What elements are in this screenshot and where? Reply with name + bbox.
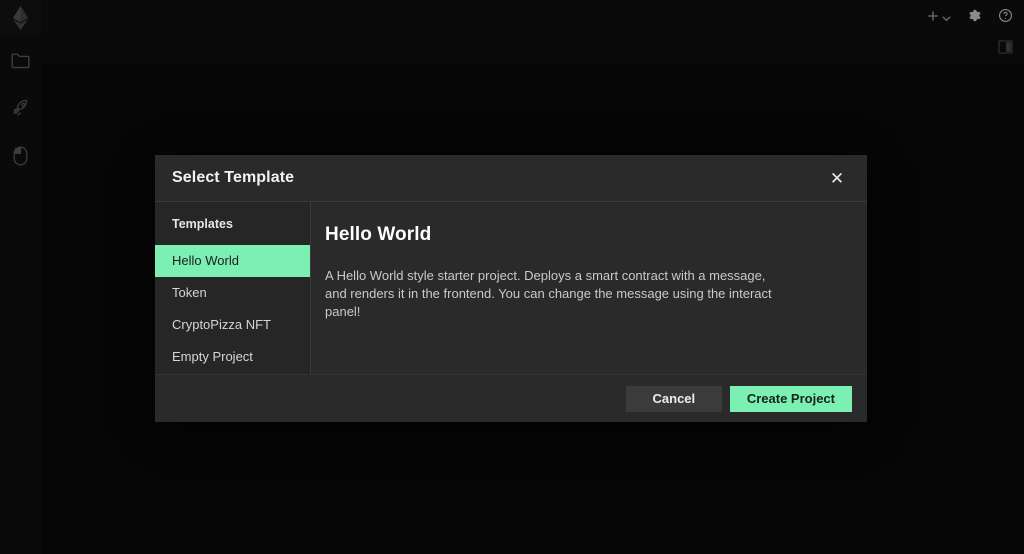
- dialog-body: Templates Hello World Token CryptoPizza …: [155, 202, 867, 374]
- dialog-header: Select Template ✕: [155, 155, 867, 202]
- panel-layout-icon: [998, 39, 1013, 59]
- template-item-token[interactable]: Token: [155, 277, 310, 309]
- cancel-button[interactable]: Cancel: [625, 385, 722, 412]
- top-toolbar: [41, 0, 1024, 35]
- secondary-toolbar: [41, 35, 1024, 63]
- close-icon[interactable]: ✕: [827, 168, 847, 188]
- top-toolbar-actions: [927, 8, 1013, 28]
- template-item-cryptopizza-nft[interactable]: CryptoPizza NFT: [155, 309, 310, 341]
- template-detail-panel: Hello World A Hello World style starter …: [311, 202, 867, 374]
- chevron-down-icon: [942, 9, 951, 27]
- sidebar-item-deploy[interactable]: [0, 96, 41, 120]
- panel-toggle-button[interactable]: [998, 39, 1013, 59]
- rail-item-list: [0, 48, 41, 168]
- activity-rail: [0, 0, 41, 554]
- template-item-label: Empty Project: [172, 349, 253, 364]
- select-template-dialog: Select Template ✕ Templates Hello World …: [155, 155, 867, 422]
- template-item-label: Token: [172, 285, 207, 300]
- template-item-label: CryptoPizza NFT: [172, 317, 271, 332]
- dialog-footer: Cancel Create Project: [155, 374, 867, 422]
- application-window: Select Template ✕ Templates Hello World …: [0, 0, 1024, 554]
- template-detail-description: A Hello World style starter project. Dep…: [325, 268, 772, 319]
- template-detail-title: Hello World: [325, 224, 432, 245]
- sidebar-item-interact[interactable]: [0, 144, 41, 168]
- add-button[interactable]: [927, 8, 951, 28]
- rocket-icon: [11, 98, 31, 118]
- template-section-label: Templates: [172, 217, 233, 231]
- gear-icon: [967, 8, 982, 28]
- dialog-title: Select Template: [172, 169, 295, 186]
- help-button[interactable]: [998, 8, 1013, 28]
- sidebar-item-files[interactable]: [0, 48, 41, 72]
- settings-button[interactable]: [967, 8, 982, 28]
- create-project-button[interactable]: Create Project: [729, 385, 852, 412]
- template-sidebar: Templates Hello World Token CryptoPizza …: [155, 202, 311, 374]
- template-item-hello-world[interactable]: Hello World: [155, 245, 310, 277]
- ethereum-logo[interactable]: [0, 0, 41, 35]
- template-item-label: Hello World: [172, 253, 239, 268]
- template-item-empty-project[interactable]: Empty Project: [155, 341, 310, 373]
- plus-icon: [927, 9, 939, 27]
- mouse-icon: [13, 146, 28, 166]
- folder-icon: [11, 52, 30, 69]
- help-circle-icon: [998, 8, 1013, 28]
